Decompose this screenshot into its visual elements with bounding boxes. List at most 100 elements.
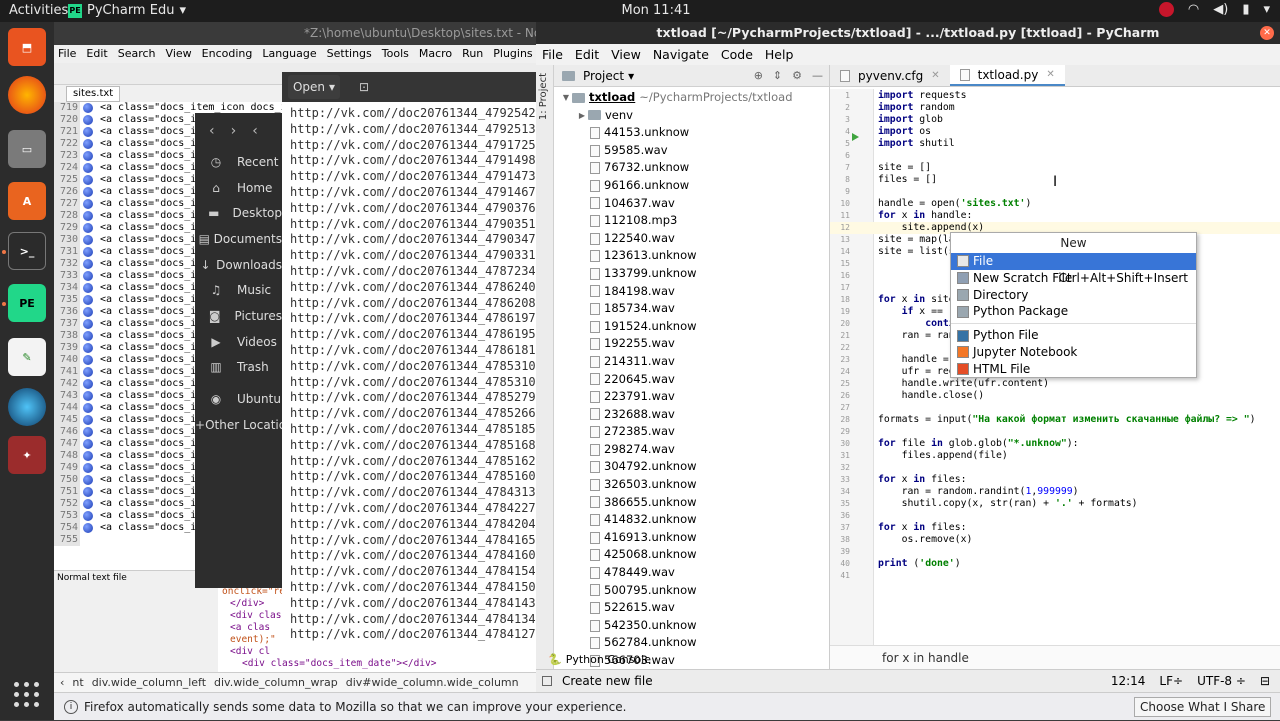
menu-view[interactable]: View <box>611 44 641 65</box>
tree-file[interactable]: 112108.mp3 <box>554 212 829 230</box>
file-encoding[interactable]: UTF-8 ÷ <box>1197 674 1246 688</box>
popup-item-new-scratch-file[interactable]: New Scratch File Ctrl+Alt+Shift+Insert <box>951 270 1196 287</box>
sidebar-item-trash[interactable]: ▥ Trash <box>195 355 282 381</box>
tree-file[interactable]: 500795.unknow <box>554 582 829 600</box>
tree-file[interactable]: 185734.wav <box>554 300 829 318</box>
notepad-menu-item[interactable]: Plugins <box>493 45 532 63</box>
bookmark-icon[interactable] <box>83 295 93 305</box>
bookmark-icon[interactable] <box>83 451 93 461</box>
bookmark-icon[interactable] <box>83 379 93 389</box>
bookmark-icon[interactable] <box>83 415 93 425</box>
project-tool-button[interactable]: 1: Project <box>538 73 549 120</box>
sidebar-item-downloads[interactable]: ↓ Downloads <box>195 252 282 278</box>
sidebar-item-home[interactable]: ⌂ Home <box>195 175 282 201</box>
tool-window-toggle-icon[interactable] <box>542 676 552 686</box>
settings-icon[interactable]: ✦ <box>8 436 46 474</box>
notepad-menu-item[interactable]: Run <box>462 45 483 63</box>
tree-file[interactable]: 223791.wav <box>554 388 829 406</box>
line-separator[interactable]: LF÷ <box>1159 674 1183 688</box>
bookmark-icon[interactable] <box>83 283 93 293</box>
menu-code[interactable]: Code <box>721 44 753 65</box>
python-console-tab[interactable]: 🐍 Python Console <box>548 653 651 666</box>
text-editor-icon[interactable]: ✎ <box>8 338 46 376</box>
project-view-selector[interactable]: Project <box>583 69 624 83</box>
bookmark-icon[interactable] <box>83 127 93 137</box>
tree-file[interactable]: 326503.unknow <box>554 476 829 494</box>
pin-icon[interactable]: ⊡ <box>350 75 378 99</box>
bookmark-icon[interactable] <box>83 103 93 113</box>
chevron-left-icon[interactable]: ‹ <box>60 673 64 692</box>
sidebar-item-desktop[interactable]: ▬ Desktop <box>195 200 282 226</box>
bookmark-icon[interactable] <box>83 439 93 449</box>
tree-file[interactable]: 123613.unknow <box>554 247 829 265</box>
open-button[interactable]: Open ▾ <box>288 75 340 99</box>
sidebar-item-documents[interactable]: ▤ Documents <box>195 226 282 252</box>
software-center-icon[interactable]: A <box>8 182 46 220</box>
back-icon[interactable]: ‹ <box>209 123 215 139</box>
bookmark-icon[interactable] <box>83 271 93 281</box>
locate-icon[interactable]: ⊕ <box>754 69 763 82</box>
tree-file[interactable]: 184198.wav <box>554 283 829 301</box>
popup-item-jupyter-notebook[interactable]: Jupyter Notebook <box>951 344 1196 361</box>
popup-item-python-package[interactable]: Python Package <box>951 303 1196 320</box>
activities-button[interactable]: Activities <box>9 3 68 18</box>
popup-item-html-file[interactable]: HTML File <box>951 361 1196 378</box>
bookmark-icon[interactable] <box>83 115 93 125</box>
notepad-menu-item[interactable]: Settings <box>327 45 372 63</box>
files-icon[interactable]: ▭ <box>8 130 46 168</box>
bookmark-icon[interactable] <box>83 403 93 413</box>
chevron-down-icon[interactable]: ▼ <box>560 89 572 107</box>
notepad-menu-item[interactable]: Tools <box>382 45 409 63</box>
forward-icon[interactable]: › <box>231 123 237 139</box>
tree-file[interactable]: 562784.unknow <box>554 634 829 652</box>
bookmark-icon[interactable] <box>83 463 93 473</box>
editor-breadcrumb[interactable]: for x in handle <box>830 645 1280 669</box>
bookmark-icon[interactable] <box>83 187 93 197</box>
gedit-text-area[interactable]: http://vk.com//doc20761344_47925428 http:… <box>282 102 538 644</box>
menu-help[interactable]: Help <box>765 44 794 65</box>
app-menu[interactable]: PE PyCharm Edu ▾ <box>68 3 186 18</box>
bookmark-icon[interactable] <box>83 355 93 365</box>
tree-file[interactable]: 386655.unknow <box>554 494 829 512</box>
firefox-icon[interactable] <box>8 76 46 114</box>
sidebar-item-pictures[interactable]: ◙ Pictures <box>195 303 282 329</box>
tree-file[interactable]: 542350.unknow <box>554 617 829 635</box>
hide-icon[interactable]: — <box>812 69 823 82</box>
tree-file[interactable]: 298274.wav <box>554 441 829 459</box>
tree-file[interactable]: 104637.wav <box>554 195 829 213</box>
close-icon[interactable]: ✕ <box>1046 64 1054 86</box>
bookmark-icon[interactable] <box>83 151 93 161</box>
chevron-down-icon[interactable]: ▾ <box>628 69 634 83</box>
notepad-menu-item[interactable]: File <box>58 45 76 63</box>
tree-file[interactable]: 522615.wav <box>554 599 829 617</box>
tree-file[interactable]: 414832.unknow <box>554 511 829 529</box>
volume-icon[interactable]: ◀) <box>1213 2 1228 17</box>
caret-position[interactable]: 12:14 <box>1111 674 1146 688</box>
system-tray[interactable]: ◠ ◀) ▮ ▾ <box>1158 2 1270 17</box>
lock-icon[interactable]: ⊟ <box>1260 674 1270 688</box>
tree-file[interactable]: 425068.unknow <box>554 546 829 564</box>
popup-item-directory[interactable]: Directory <box>951 287 1196 304</box>
bookmark-icon[interactable] <box>83 247 93 257</box>
notepad-menu-item[interactable]: Encoding <box>202 45 253 63</box>
bookmark-icon[interactable] <box>83 319 93 329</box>
bookmark-icon[interactable] <box>83 211 93 221</box>
ubuntu-one-icon[interactable] <box>1158 2 1174 17</box>
bookmark-icon[interactable] <box>83 343 93 353</box>
bookmark-icon[interactable] <box>83 199 93 209</box>
sidebar-item-ubuntu[interactable]: ◉ Ubuntu <box>195 386 282 412</box>
bookmark-icon[interactable] <box>83 139 93 149</box>
pycharm-edu-icon[interactable]: PE <box>8 284 46 322</box>
tree-file[interactable]: 232688.wav <box>554 406 829 424</box>
bookmark-icon[interactable] <box>83 163 93 173</box>
tree-file[interactable]: 416913.unknow <box>554 529 829 547</box>
bookmark-icon[interactable] <box>83 259 93 269</box>
sidebar-item-music[interactable]: ♫ Music <box>195 277 282 303</box>
wifi-icon[interactable]: ◠ <box>1188 2 1199 17</box>
bookmark-icon[interactable] <box>83 307 93 317</box>
notepad-menu-item[interactable]: Language <box>262 45 316 63</box>
close-icon[interactable]: ✕ <box>1260 26 1274 40</box>
tree-file[interactable]: 272385.wav <box>554 423 829 441</box>
tree-file[interactable]: 59585.wav <box>554 142 829 160</box>
tab-pyvenv-cfg[interactable]: pyvenv.cfg ✕ <box>830 65 950 86</box>
